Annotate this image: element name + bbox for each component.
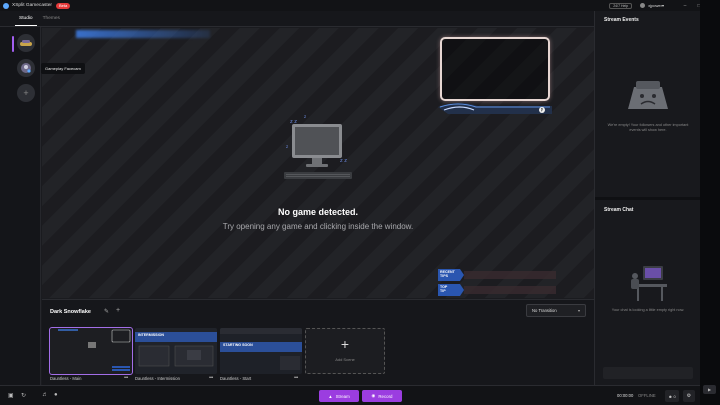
stream-button-label: Stream [335, 393, 350, 399]
empty-events-icon [628, 81, 668, 109]
record-button-label: Record [378, 393, 393, 399]
scene-thumb-start[interactable]: STARTING SOON [220, 328, 302, 374]
add-scene-button[interactable]: + Add Scene [305, 328, 385, 374]
title-bar: XSplit Gamecaster Beta 24/7 Help xjpower… [0, 0, 720, 11]
transition-value: No Transition [532, 308, 557, 313]
stream-events-title: Stream Events [604, 17, 639, 23]
stream-timer: 00:00:00 [617, 393, 634, 398]
viewer-count[interactable]: ☻ 0 [665, 390, 679, 402]
top-tip-bar: TOP TIP [438, 284, 558, 296]
empty-chat-icon [631, 266, 667, 301]
plus-icon: + [23, 87, 29, 98]
avatar [640, 3, 646, 8]
transition-select[interactable]: No Transition ▾ [526, 304, 586, 317]
add-scene-icon[interactable]: + [116, 307, 120, 314]
svg-text:z: z [304, 114, 306, 119]
minimize-icon[interactable]: – [678, 0, 692, 11]
svg-text:z: z [286, 144, 288, 149]
facecam-tooltip: Gameplay Facecam [41, 63, 85, 74]
scene-bar: Dark Snowflake ✎ + No Transition ▾ Daunt… [42, 299, 594, 385]
stream-chat-title: Stream Chat [604, 207, 634, 213]
scene-thumb-main[interactable] [49, 327, 133, 375]
scene-thumb-intermission[interactable]: INTERMISSION [135, 328, 217, 374]
theme-icon [20, 40, 32, 46]
bottom-bar: ▣ ↻ ♬ ● ▲ Stream ◉ Record 00:00:00 OFFLI… [0, 385, 700, 405]
chat-input[interactable] [603, 367, 693, 379]
stream-chat-empty-text: Your chat is looking a little empty righ… [611, 308, 685, 312]
chevron-down-icon: ▾ [661, 3, 664, 8]
camera-icon[interactable]: ▣ [8, 392, 14, 399]
monitor-icon: z z z z z z [284, 114, 352, 179]
right-sidebar: Stream Events We're empty! Your follower… [594, 11, 701, 385]
main-tabs: Studio Themes [0, 11, 594, 27]
stream-events-empty-text: We're empty! Your followers and other im… [607, 123, 689, 132]
edit-icon[interactable]: ✎ [104, 308, 109, 315]
rail-selection-indicator [12, 36, 14, 52]
user-icon: ☻ [668, 393, 673, 399]
overlay-blue-banner [76, 30, 210, 38]
broadcast-icon: ▲ [328, 393, 333, 399]
scene-label-main: Dauntless - Main [50, 376, 82, 381]
rail-facecam[interactable] [17, 59, 35, 77]
scene-label-start: Dauntless - Start [220, 376, 252, 381]
top-tip-label: TOP TIP [440, 285, 448, 293]
speaker-icon[interactable]: ♬ [42, 392, 48, 398]
xsplit-logo-icon [3, 2, 9, 9]
scene-more-icon[interactable]: ••• [209, 375, 213, 381]
beta-badge: Beta [56, 2, 71, 9]
recent-tips-bar: RECENT TIPS [438, 269, 558, 281]
starting-thumb-text: STARTING SOON [223, 343, 253, 347]
webcam-ribbon: P [438, 102, 552, 114]
plus-icon: + [340, 336, 350, 352]
game-preview[interactable]: P z z z z z z No game detected. Try open… [42, 28, 594, 298]
theme-name: Dark Snowflake [50, 309, 91, 315]
rail-scene-theme[interactable] [17, 34, 35, 52]
gear-icon[interactable]: ⚙ [683, 390, 695, 402]
no-game-subtitle: Try opening any game and clicking inside… [222, 222, 414, 231]
tab-studio[interactable]: Studio [15, 16, 37, 26]
desktop-edge: ▶ [700, 0, 720, 405]
app-name: XSplit Gamecaster [12, 3, 52, 8]
webcam-frame[interactable] [440, 37, 550, 101]
record-icon: ◉ [371, 393, 376, 398]
capture-icon[interactable]: ↻ [21, 392, 26, 399]
user-menu[interactable]: xjpower ▾ [640, 3, 664, 8]
microphone-icon[interactable]: ● [54, 392, 58, 398]
facecam-icon [21, 63, 31, 73]
scene-more-icon[interactable]: ••• [294, 375, 298, 381]
add-source-button[interactable]: + [17, 84, 35, 102]
user-name: xjpower [648, 3, 662, 8]
help-button[interactable]: 24/7 Help [609, 2, 633, 9]
intermission-thumb-text: INTERMISSION [138, 333, 164, 337]
scene-more-icon[interactable]: ••• [124, 375, 128, 381]
svg-text:z z: z z [340, 158, 347, 164]
status-badge: OFFLINE [638, 393, 656, 398]
recent-tips-label: RECENT TIPS [440, 270, 455, 278]
chevron-down-icon: ▾ [577, 308, 580, 313]
sidebar-divider[interactable] [595, 197, 701, 200]
no-game-title: No game detected. [277, 207, 359, 217]
stream-button[interactable]: ▲ Stream [319, 390, 359, 402]
scene-label-intermission: Dauntless - Intermission [135, 376, 180, 381]
source-rail: + [0, 27, 41, 385]
record-button[interactable]: ◉ Record [362, 390, 402, 402]
app-window: XSplit Gamecaster Beta 24/7 Help xjpower… [0, 0, 720, 405]
add-scene-label: Add Scene [335, 357, 355, 362]
viewer-count-value: 0 [673, 393, 676, 399]
tab-themes[interactable]: Themes [39, 16, 64, 26]
taskbar-icon[interactable]: ▶ [703, 385, 716, 394]
